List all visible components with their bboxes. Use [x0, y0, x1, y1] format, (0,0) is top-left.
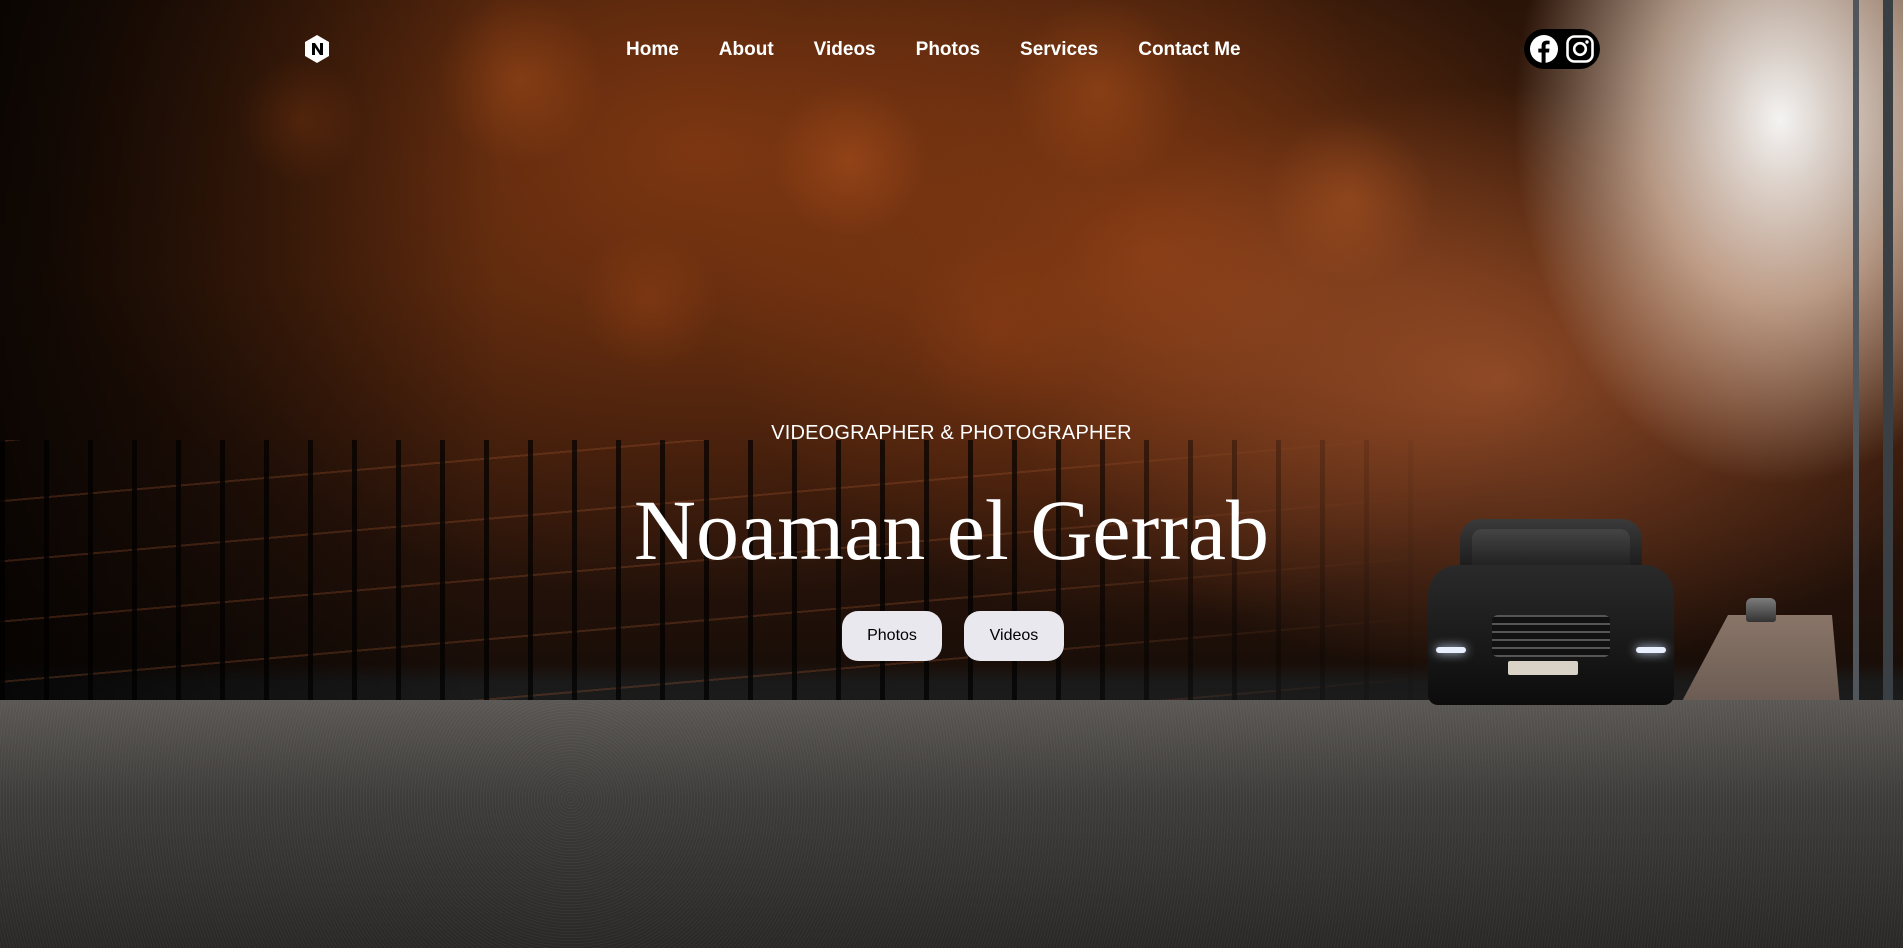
main-nav: Home About Videos Photos Services Contac… [626, 38, 1281, 62]
photos-button[interactable]: Photos [842, 611, 942, 661]
n-hexagon-logo-icon [305, 35, 329, 63]
hero-title: Noaman el Gerrab [633, 482, 1270, 578]
nav-videos[interactable]: Videos [814, 38, 876, 62]
facebook-link[interactable] [1529, 34, 1559, 64]
nav-photos[interactable]: Photos [916, 38, 980, 62]
nav-contact-me[interactable]: Contact Me [1138, 38, 1240, 62]
facebook-icon [1530, 35, 1558, 63]
hero-subtitle: VIDEOGRAPHER & PHOTOGRAPHER [771, 422, 1132, 444]
instagram-icon [1566, 35, 1594, 63]
videos-button[interactable]: Videos [964, 611, 1064, 661]
hero-section: Home About Videos Photos Services Contac… [0, 0, 1903, 948]
social-links [1524, 29, 1600, 69]
road [0, 700, 1903, 948]
logo-link[interactable] [302, 34, 332, 64]
hero-buttons: Photos Videos [842, 611, 1064, 661]
street-lamps [1703, 0, 1903, 720]
distant-car [1746, 598, 1776, 622]
nav-about[interactable]: About [719, 38, 774, 62]
instagram-link[interactable] [1565, 34, 1595, 64]
nav-home[interactable]: Home [626, 38, 679, 62]
nav-services[interactable]: Services [1020, 38, 1098, 62]
